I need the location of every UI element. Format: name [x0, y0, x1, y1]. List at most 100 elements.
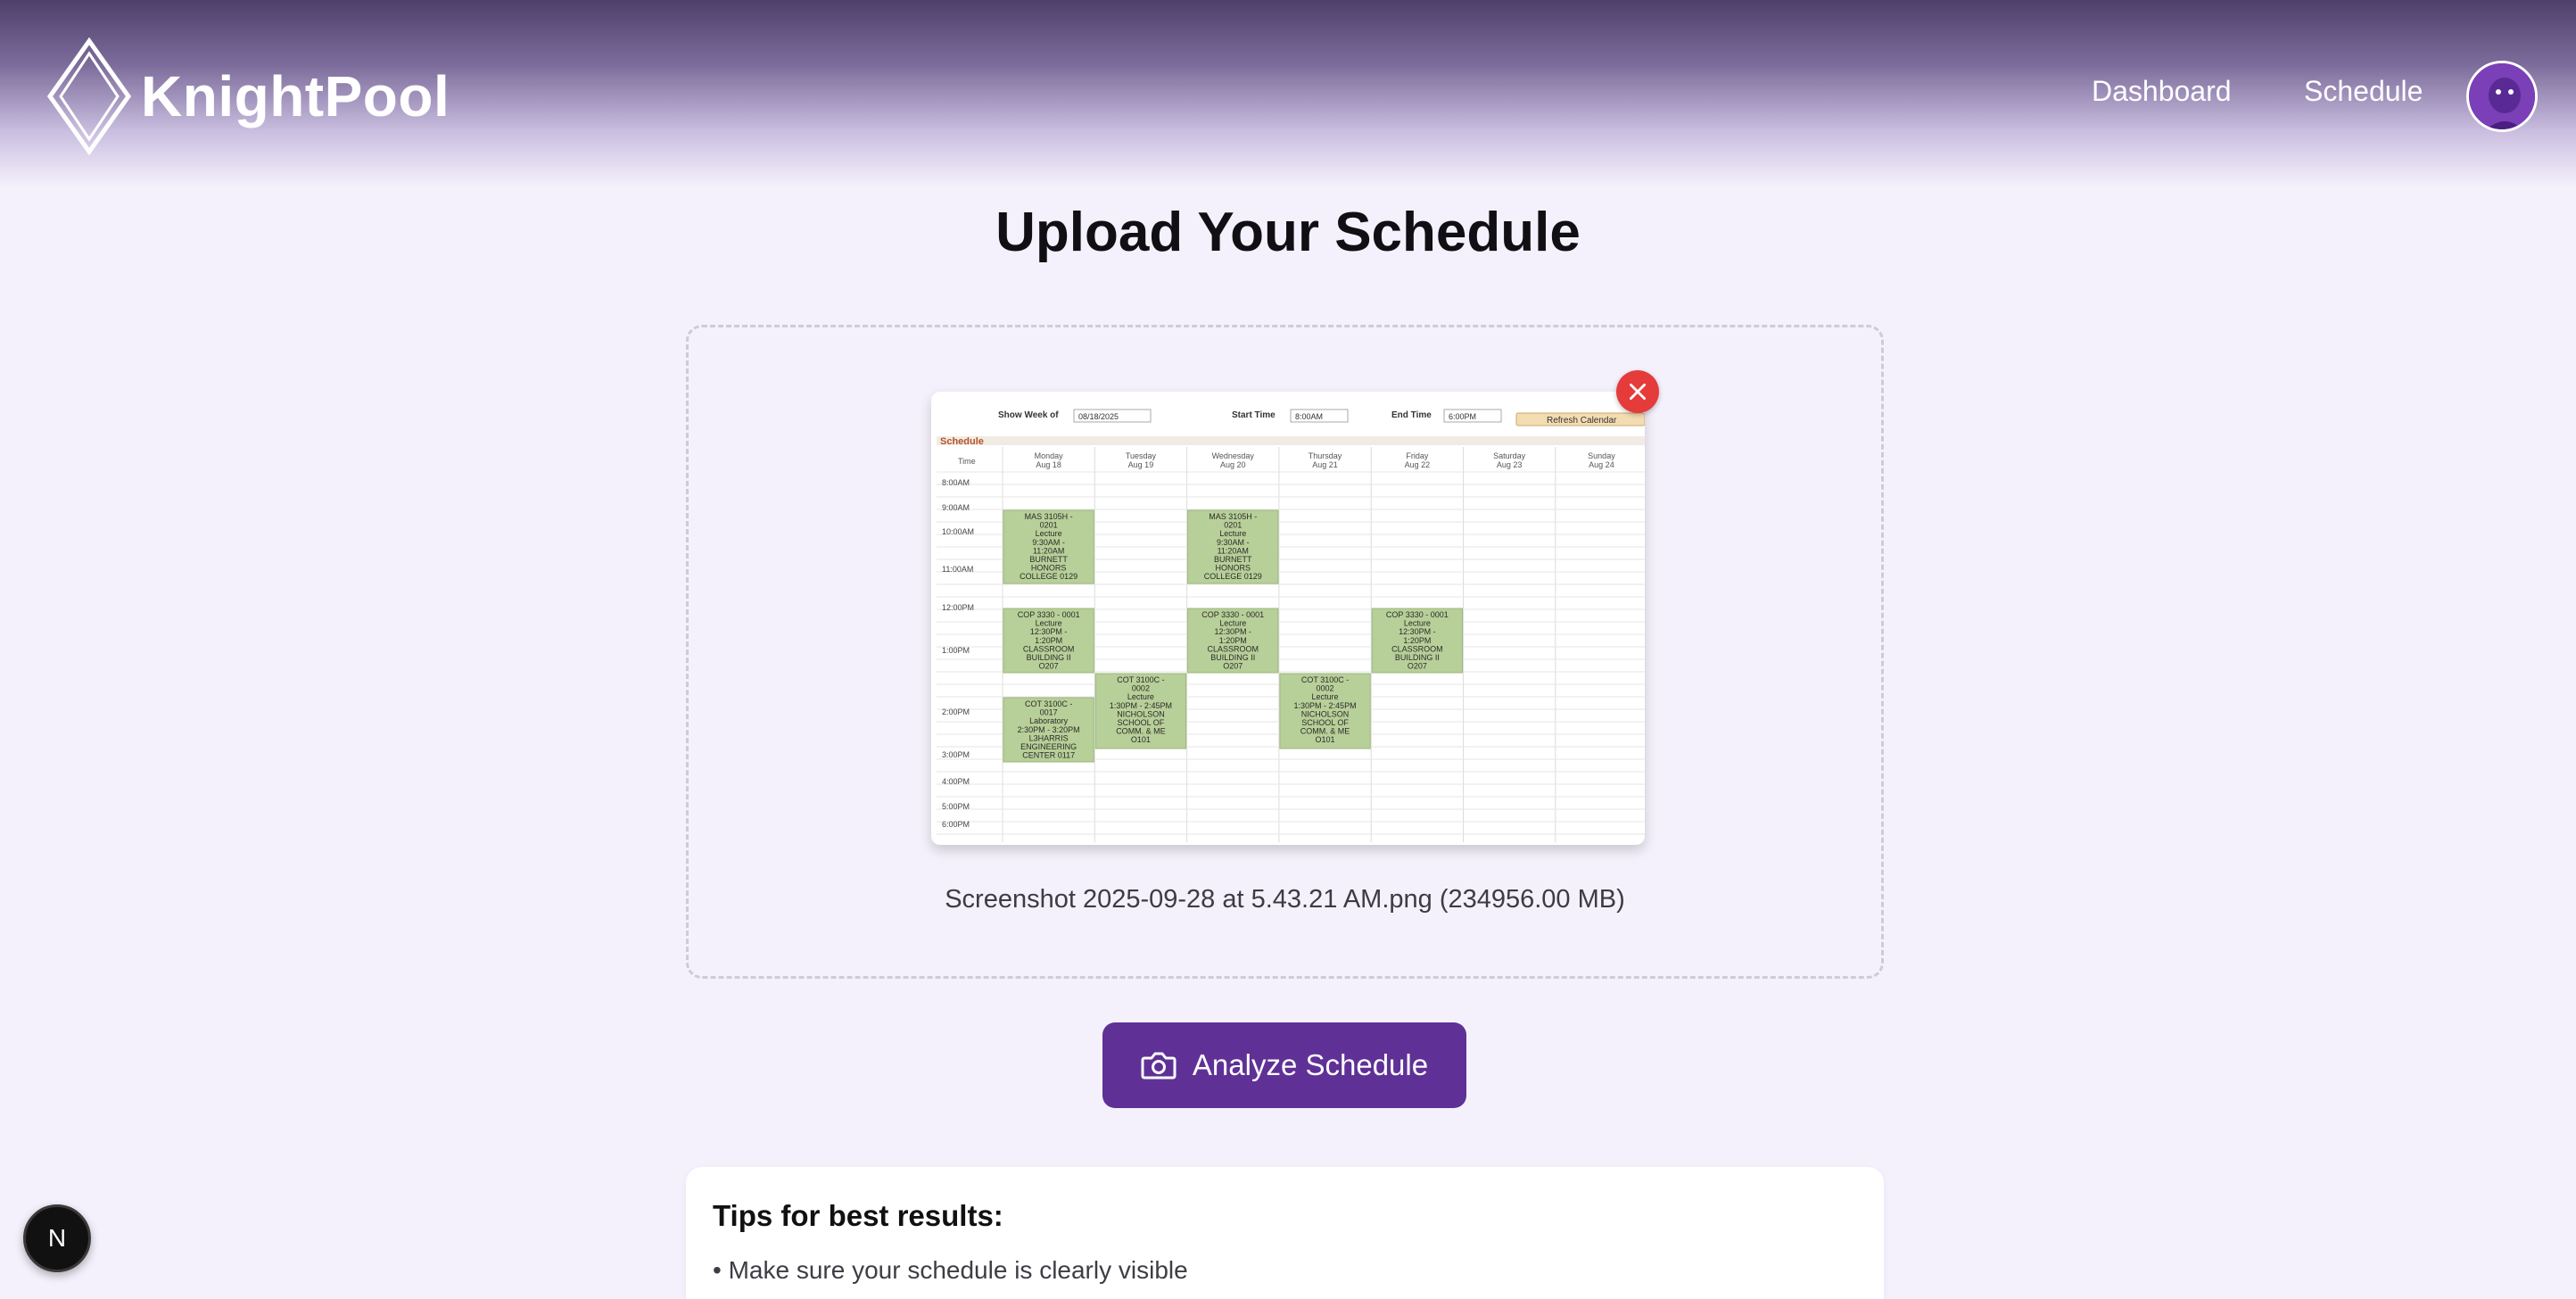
preview-event-text: BURNETT	[1029, 555, 1068, 564]
preview-event-text: BUILDING II	[1027, 653, 1071, 662]
tips-title: Tips for best results:	[713, 1199, 1003, 1232]
preview-week-value: 08/18/2025	[1078, 412, 1119, 421]
top-header: KnightPool Dashboard Schedule	[0, 0, 2576, 187]
preview-event-text: 12:30PM -	[1214, 627, 1251, 636]
preview-event-text: 1:20PM	[1403, 636, 1431, 645]
preview-event-text: 0017	[1040, 708, 1058, 717]
preview-event-text: Lecture	[1219, 529, 1246, 538]
preview-time-label: 8:00AM	[942, 478, 970, 487]
upload-dropzone[interactable]: Show Week of 08/18/2025 Start Time 8:00AM En…	[686, 325, 1884, 979]
preview-end-label: End Time	[1391, 410, 1432, 420]
preview-event-text: BUILDING II	[1210, 653, 1255, 662]
preview-event-text: COMM. & ME	[1300, 727, 1350, 736]
preview-time-label: 4:00PM	[942, 777, 970, 786]
preview-day-date: Aug 20	[1220, 460, 1246, 469]
preview-day-date: Aug 19	[1128, 460, 1154, 469]
preview-start-value: 8:00AM	[1295, 412, 1323, 421]
analyze-schedule-button[interactable]: Analyze Schedule	[1102, 1022, 1466, 1108]
preview-day-date: Aug 23	[1497, 460, 1523, 469]
preview-time-header: Time	[958, 457, 976, 466]
preview-event-text: 9:30AM -	[1217, 538, 1250, 547]
preview-event-text: HONORS	[1031, 564, 1067, 573]
preview-event-text: Lecture	[1036, 619, 1062, 628]
preview-day-name: Tuesday	[1126, 451, 1157, 460]
preview-event-text: COT 3100C -	[1301, 675, 1349, 684]
preview-end-value: 6:00PM	[1449, 412, 1476, 421]
preview-day-name: Saturday	[1493, 451, 1526, 460]
preview-event-text: MAS 3105H -	[1025, 512, 1073, 521]
preview-event-text: Lecture	[1036, 529, 1062, 538]
preview-event-text: Laboratory	[1029, 716, 1069, 725]
preview-event-text: ENGINEERING	[1020, 742, 1077, 751]
preview-time-label: 3:00PM	[942, 750, 970, 759]
brand-name: KnightPool	[141, 64, 450, 128]
preview-event-text: Lecture	[1404, 619, 1431, 628]
preview-event-text: Lecture	[1127, 692, 1154, 701]
preview-event-text: 2:30PM - 3:20PM	[1018, 725, 1080, 734]
preview-day-name: Sunday	[1588, 451, 1615, 460]
preview-event-text: 1:20PM	[1035, 636, 1062, 645]
tips-card: Tips for best results: • Make sure your …	[686, 1167, 1884, 1299]
preview-day-date: Aug 18	[1036, 460, 1061, 469]
preview-event-text: BURNETT	[1214, 555, 1252, 564]
preview-event-text: COT 3100C -	[1025, 699, 1072, 708]
preview-event-text: HONORS	[1215, 564, 1251, 573]
preview-time-label: 6:00PM	[942, 820, 970, 829]
user-avatar[interactable]	[2466, 61, 2538, 132]
preview-day-date: Aug 24	[1589, 460, 1614, 469]
preview-event-text: COP 3330 - 0001	[1386, 610, 1449, 619]
preview-event-text: 0201	[1224, 521, 1242, 530]
preview-event-text: 11:20AM	[1033, 546, 1064, 555]
schedule-preview-graphic: Show Week of 08/18/2025 Start Time 8:00AM En…	[937, 409, 1645, 842]
analyze-button-label: Analyze Schedule	[1192, 1048, 1429, 1081]
preview-event-text: NICHOLSON	[1301, 709, 1350, 718]
preview-event-text: O207	[1408, 662, 1427, 671]
preview-day-name: Thursday	[1309, 451, 1342, 460]
close-icon	[1630, 384, 1646, 400]
preview-time-label: 12:00PM	[942, 603, 974, 612]
preview-day-name: Wednesday	[1212, 451, 1255, 460]
preview-event-text: 0201	[1040, 521, 1058, 530]
preview-event-text: 0002	[1132, 684, 1150, 693]
preview-event-text: O207	[1223, 662, 1243, 671]
preview-time-label: 11:00AM	[942, 565, 973, 574]
preview-day-name: Friday	[1406, 451, 1429, 460]
svg-text:N: N	[48, 1224, 66, 1252]
nav-schedule-link[interactable]: Schedule	[2304, 75, 2423, 108]
preview-event-text: 1:30PM - 2:45PM	[1110, 701, 1172, 710]
preview-event-text: COP 3330 - 0001	[1201, 610, 1264, 619]
nav-dashboard-link[interactable]: Dashboard	[2092, 75, 2232, 108]
preview-event-text: BUILDING II	[1395, 653, 1440, 662]
camera-icon	[1141, 1052, 1177, 1080]
preview-event-text: COLLEGE 0129	[1204, 572, 1262, 581]
preview-event-text: 1:30PM - 2:45PM	[1294, 701, 1357, 710]
preview-event-text: CENTER 0117	[1022, 751, 1075, 760]
preview-event-text: MAS 3105H -	[1209, 512, 1257, 521]
preview-start-label: Start Time	[1232, 410, 1276, 420]
preview-event-text: COLLEGE 0129	[1020, 572, 1077, 581]
preview-event-text: SCHOOL OF	[1118, 718, 1165, 727]
preview-section-label: Schedule	[940, 436, 984, 447]
preview-event-text: SCHOOL OF	[1301, 718, 1349, 727]
tip-item: • Make sure your schedule is clearly vis…	[713, 1256, 1188, 1284]
preview-event-text: NICHOLSON	[1117, 709, 1165, 718]
preview-event-text: 9:30AM -	[1032, 538, 1065, 547]
preview-time-label: 10:00AM	[942, 527, 974, 536]
brand-logo[interactable]: KnightPool	[46, 37, 450, 155]
page-title: Upload Your Schedule	[995, 202, 1581, 263]
schedule-image-preview: Show Week of 08/18/2025 Start Time 8:00AM En…	[931, 392, 1645, 845]
preview-event-text: 12:30PM -	[1030, 627, 1068, 636]
preview-event-text: Lecture	[1219, 619, 1246, 628]
preview-event-text: 1:20PM	[1219, 636, 1247, 645]
preview-event-text: CLASSROOM	[1391, 644, 1443, 653]
preview-time-label: 5:00PM	[942, 802, 970, 811]
uploaded-file-name: Screenshot 2025-09-28 at 5.43.21 AM.png …	[945, 885, 1625, 914]
remove-image-button[interactable]	[1616, 370, 1659, 413]
preview-event-text: O101	[1316, 735, 1335, 744]
preview-week-label: Show Week of	[998, 410, 1059, 420]
preview-day-name: Monday	[1035, 451, 1064, 460]
dev-tools-badge[interactable]: N	[23, 1204, 91, 1272]
preview-event-text: O101	[1131, 735, 1151, 744]
diamond-icon	[46, 37, 132, 155]
preview-event-text: 0002	[1317, 684, 1334, 693]
